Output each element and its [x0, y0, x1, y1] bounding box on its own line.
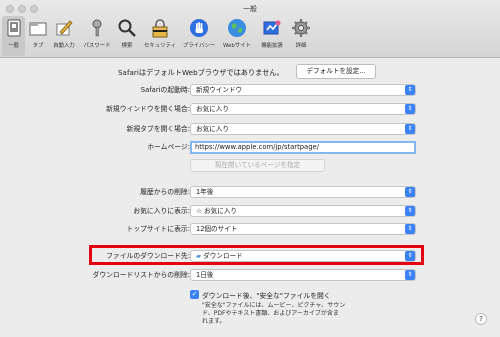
general-preferences-pane: SafariはデフォルトWebブラウザではありません。 デフォルトを設定... … [0, 59, 500, 337]
download-list-select[interactable]: 1日後 ⇕ [190, 269, 416, 281]
launch-label: Safariの起動時: [140, 86, 190, 94]
default-browser-message: SafariはデフォルトWebブラウザではありません。 [118, 68, 284, 77]
star-icon: ☆ [196, 207, 205, 215]
chevron-updown-icon: ⇕ [405, 104, 415, 114]
chevron-updown-icon: ⇕ [405, 206, 415, 216]
set-current-page-button[interactable]: 現在開いているページを指定 [190, 159, 325, 172]
tab-passwords[interactable]: パスワード [81, 16, 113, 56]
tab-websites[interactable]: Webサイト [222, 16, 252, 56]
open-safe-files-label: ダウンロード後、"安全な"ファイルを開く [202, 292, 331, 300]
top-sites-select[interactable]: 12個のサイト ⇕ [190, 223, 416, 235]
chevron-updown-icon: ⇕ [405, 224, 415, 234]
tab-label: 詳細 [295, 43, 307, 49]
tab-security[interactable]: セキュリティ [141, 16, 179, 56]
favorites-value: お気に入り [204, 207, 237, 215]
safe-files-desc-line: ド、PDFやテキスト書類、およびアーカイブが含ま [202, 310, 339, 317]
tab-tabs[interactable]: タブ [27, 16, 49, 56]
new-tab-select[interactable]: お気に入り ⇕ [190, 123, 416, 135]
preferences-toolbar: 一般 タブ 自動入力 パスワード 検索 セキュリティ プライバシー Webサイト… [0, 14, 500, 58]
globe-icon [228, 19, 246, 37]
tab-label: 機能拡張 [261, 43, 283, 49]
top-sites-value: 12個のサイト [196, 225, 238, 233]
title-bar: 一般 一般 タブ 自動入力 パスワード 検索 セキュリティ プライバシー Web… [0, 0, 500, 58]
new-tab-value: お気に入り [196, 125, 229, 133]
pencil-autofill-icon [56, 20, 73, 36]
tabs-icon [29, 22, 47, 36]
search-icon [118, 19, 136, 37]
hand-icon [190, 19, 208, 37]
new-window-select[interactable]: お気に入り ⇕ [190, 103, 416, 115]
history-value: 1年後 [196, 188, 214, 196]
tab-extensions[interactable]: 機能拡張 [258, 16, 286, 56]
favorites-select[interactable]: ☆ お気に入り ⇕ [190, 205, 416, 217]
lock-icon [152, 19, 168, 38]
tab-label: タブ [32, 43, 44, 49]
tab-general[interactable]: 一般 [2, 16, 25, 56]
highlight-box [89, 245, 424, 265]
history-label: 履歴からの削除: [140, 188, 190, 196]
tab-search[interactable]: 検索 [116, 16, 138, 56]
tab-autofill[interactable]: 自動入力 [50, 16, 78, 56]
safe-files-description: "安全な"ファイルには、ムービー、ピクチャ、サウン ド、PDFやテキスト書類、お… [202, 302, 345, 326]
tab-label: 自動入力 [53, 43, 75, 49]
favorites-label: お気に入りに表示: [133, 207, 190, 215]
tab-label: セキュリティ [143, 43, 177, 49]
puzzle-icon [263, 20, 281, 35]
homepage-label: ホームページ: [147, 143, 190, 151]
download-list-value: 1日後 [196, 271, 214, 279]
chevron-updown-icon: ⇕ [405, 85, 415, 95]
new-window-label: 新規ウインドウを開く場合: [106, 105, 190, 113]
tab-label: パスワード [83, 43, 111, 49]
download-list-label: ダウンロードリストからの削除: [92, 271, 190, 279]
window-title: 一般 [243, 5, 257, 13]
set-default-browser-button[interactable]: デフォルトを設定... [296, 64, 376, 79]
top-sites-label: トップサイトに表示: [126, 225, 190, 233]
homepage-field[interactable]: https://www.apple.com/jp/startpage/ [190, 141, 416, 154]
new-tab-label: 新規タブを開く場合: [126, 125, 190, 133]
history-select[interactable]: 1年後 ⇕ [190, 186, 416, 198]
launch-value: 新規ウインドウ [196, 86, 243, 94]
tab-privacy[interactable]: プライバシー [182, 16, 216, 56]
tab-label: Webサイト [223, 43, 251, 49]
tab-label: プライバシー [182, 43, 216, 49]
safe-files-desc-line: "安全な"ファイルには、ムービー、ピクチャ、サウン [202, 302, 346, 309]
tab-advanced[interactable]: 詳細 [290, 16, 312, 56]
help-button[interactable]: ? [475, 313, 487, 325]
key-icon [92, 19, 102, 37]
open-safe-files-checkbox[interactable]: ✓ [190, 290, 199, 299]
safe-files-desc-line: れます。 [202, 318, 226, 325]
general-switch-icon [7, 19, 20, 37]
launch-select[interactable]: 新規ウインドウ ⇕ [190, 84, 416, 96]
gear-icon [292, 19, 310, 37]
chevron-updown-icon: ⇕ [405, 124, 415, 134]
new-window-value: お気に入り [196, 105, 229, 113]
tab-label: 一般 [8, 43, 19, 49]
tab-label: 検索 [121, 43, 133, 49]
chevron-updown-icon: ⇕ [405, 270, 415, 280]
chevron-updown-icon: ⇕ [405, 187, 415, 197]
